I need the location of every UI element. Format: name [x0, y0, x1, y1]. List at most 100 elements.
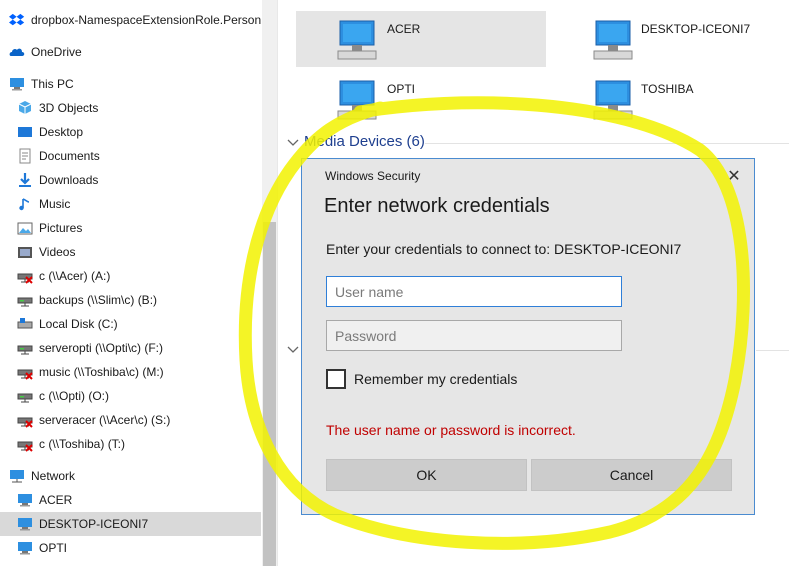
navigation-pane: dropbox-NamespaceExtensionRole.Persona On… [0, 0, 261, 566]
disconnected-drive-icon [17, 364, 33, 380]
computer-icon [337, 20, 377, 60]
sidebar-item-label: This PC [31, 77, 74, 91]
music-icon [17, 196, 33, 212]
sidebar-item-13[interactable]: serveropti (\\Opti\c) (F:) [0, 336, 261, 360]
sidebar-item-19[interactable]: ACER [0, 488, 261, 512]
computer-icon [17, 492, 33, 508]
dialog-title: Enter network credentials [324, 195, 550, 217]
sidebar-item-11[interactable]: backups (\\Slim\c) (B:) [0, 288, 261, 312]
sidebar-item-label: c (\\Acer) (A:) [39, 269, 111, 283]
sidebar-item-5[interactable]: Documents [0, 144, 261, 168]
sidebar-item-label: Documents [39, 149, 100, 163]
password-input[interactable] [326, 320, 622, 351]
sidebar-item-9[interactable]: Videos [0, 240, 261, 264]
sidebar-item-label: c (\\Opti) (O:) [39, 389, 109, 403]
dropbox-icon [9, 12, 25, 28]
sidebar-item-0[interactable]: dropbox-NamespaceExtensionRole.Persona [0, 8, 261, 32]
dialog-message: Enter your credentials to connect to: DE… [326, 241, 682, 257]
sidebar-item-label: Videos [39, 245, 76, 259]
sidebar-item-1[interactable]: OneDrive [0, 40, 261, 64]
chevron-down-icon[interactable] [287, 344, 299, 354]
this-pc-icon [9, 76, 25, 92]
network-drive-icon [17, 388, 33, 404]
sidebar-item-18[interactable]: Network [0, 464, 261, 488]
ok-button[interactable]: OK [326, 459, 527, 491]
sidebar-item-label: music (\\Toshiba\c) (M:) [39, 365, 164, 379]
remember-credentials-label[interactable]: Remember my credentials [354, 371, 517, 387]
network-icon [9, 468, 25, 484]
sidebar-item-label: OPTI [39, 541, 68, 555]
sidebar-item-10[interactable]: c (\\Acer) (A:) [0, 264, 261, 288]
username-input[interactable] [326, 276, 622, 307]
local-disk-icon [17, 316, 33, 332]
computer-icon [593, 20, 633, 60]
sidebar-item-label: serveropti (\\Opti\c) (F:) [39, 341, 164, 355]
sidebar-item-21[interactable]: OPTI [0, 536, 261, 560]
sidebar-item-2[interactable]: This PC [0, 72, 261, 96]
computer-tile-acer[interactable]: ACER [296, 11, 546, 67]
navigation-scrollbar-thumb[interactable] [263, 222, 276, 566]
disconnected-drive-icon [17, 436, 33, 452]
sidebar-item-15[interactable]: c (\\Opti) (O:) [0, 384, 261, 408]
sidebar-item-label: serveracer (\\Acer\c) (S:) [39, 413, 171, 427]
computer-tile-label: TOSHIBA [641, 82, 694, 96]
computer-tile-opti[interactable]: OPTI [296, 71, 546, 127]
sidebar-item-label: Local Disk (C:) [39, 317, 118, 331]
disconnected-drive-icon [17, 412, 33, 428]
onedrive-icon [9, 44, 25, 60]
computer-tile-label: ACER [387, 22, 421, 36]
group-header-media-devices[interactable]: Media Devices (6) [287, 133, 425, 150]
sidebar-item-label: ACER [39, 493, 73, 507]
computer-icon [593, 80, 633, 120]
cancel-button[interactable]: Cancel [531, 459, 732, 491]
group-divider [756, 350, 789, 351]
sidebar-item-label: dropbox-NamespaceExtensionRole.Persona [31, 13, 261, 27]
sidebar-item-label: DESKTOP-ICEONI7 [39, 517, 149, 531]
credentials-dialog: Windows Security ✕ Enter network credent… [301, 158, 755, 515]
computer-icon [337, 80, 377, 120]
sidebar-item-16[interactable]: serveracer (\\Acer\c) (S:) [0, 408, 261, 432]
sidebar-item-label: 3D Objects [39, 101, 99, 115]
sidebar-item-label: c (\\Toshiba) (T:) [39, 437, 126, 451]
computer-tile-desktop-iceoni7[interactable]: DESKTOP-ICEONI7 [550, 11, 789, 67]
computer-icon [17, 516, 33, 532]
network-drive-icon [17, 292, 33, 308]
sidebar-item-label: Downloads [39, 173, 99, 187]
sidebar-item-label: backups (\\Slim\c) (B:) [39, 293, 158, 307]
computer-tile-label: OPTI [387, 82, 416, 96]
sidebar-item-8[interactable]: Pictures [0, 216, 261, 240]
sidebar-item-14[interactable]: music (\\Toshiba\c) (M:) [0, 360, 261, 384]
sidebar-item-label: OneDrive [31, 45, 82, 59]
remember-credentials-checkbox[interactable] [326, 369, 346, 389]
computer-icon [17, 540, 33, 556]
computer-tile-toshiba[interactable]: TOSHIBA [550, 71, 789, 127]
network-drive-icon [17, 340, 33, 356]
sidebar-item-12[interactable]: Local Disk (C:) [0, 312, 261, 336]
computer-tile-label: DESKTOP-ICEONI7 [641, 22, 751, 36]
pane-divider [277, 0, 278, 566]
dialog-caption: Windows Security [325, 169, 421, 183]
sidebar-item-20[interactable]: DESKTOP-ICEONI7 [0, 512, 261, 536]
sidebar-item-3[interactable]: 3D Objects [0, 96, 261, 120]
pictures-icon [17, 220, 33, 236]
group-header-label: Media Devices (6) [304, 133, 425, 150]
group-divider [425, 143, 789, 144]
sidebar-item-7[interactable]: Music [0, 192, 261, 216]
sidebar-item-4[interactable]: Desktop [0, 120, 261, 144]
error-message: The user name or password is incorrect. [326, 422, 576, 438]
sidebar-item-label: Network [31, 469, 76, 483]
sidebar-item-17[interactable]: c (\\Toshiba) (T:) [0, 432, 261, 456]
close-icon: ✕ [727, 168, 741, 185]
sidebar-item-label: Desktop [39, 125, 84, 139]
videos-icon [17, 244, 33, 260]
sidebar-item-6[interactable]: Downloads [0, 168, 261, 192]
3d-objects-icon [17, 100, 33, 116]
sidebar-item-label: Pictures [39, 221, 83, 235]
close-button[interactable]: ✕ [722, 165, 746, 187]
disconnected-drive-icon [17, 268, 33, 284]
desktop-folder-icon [17, 124, 33, 140]
downloads-icon [17, 172, 33, 188]
sidebar-item-label: Music [39, 197, 71, 211]
chevron-down-icon [287, 139, 299, 146]
documents-icon [17, 148, 33, 164]
